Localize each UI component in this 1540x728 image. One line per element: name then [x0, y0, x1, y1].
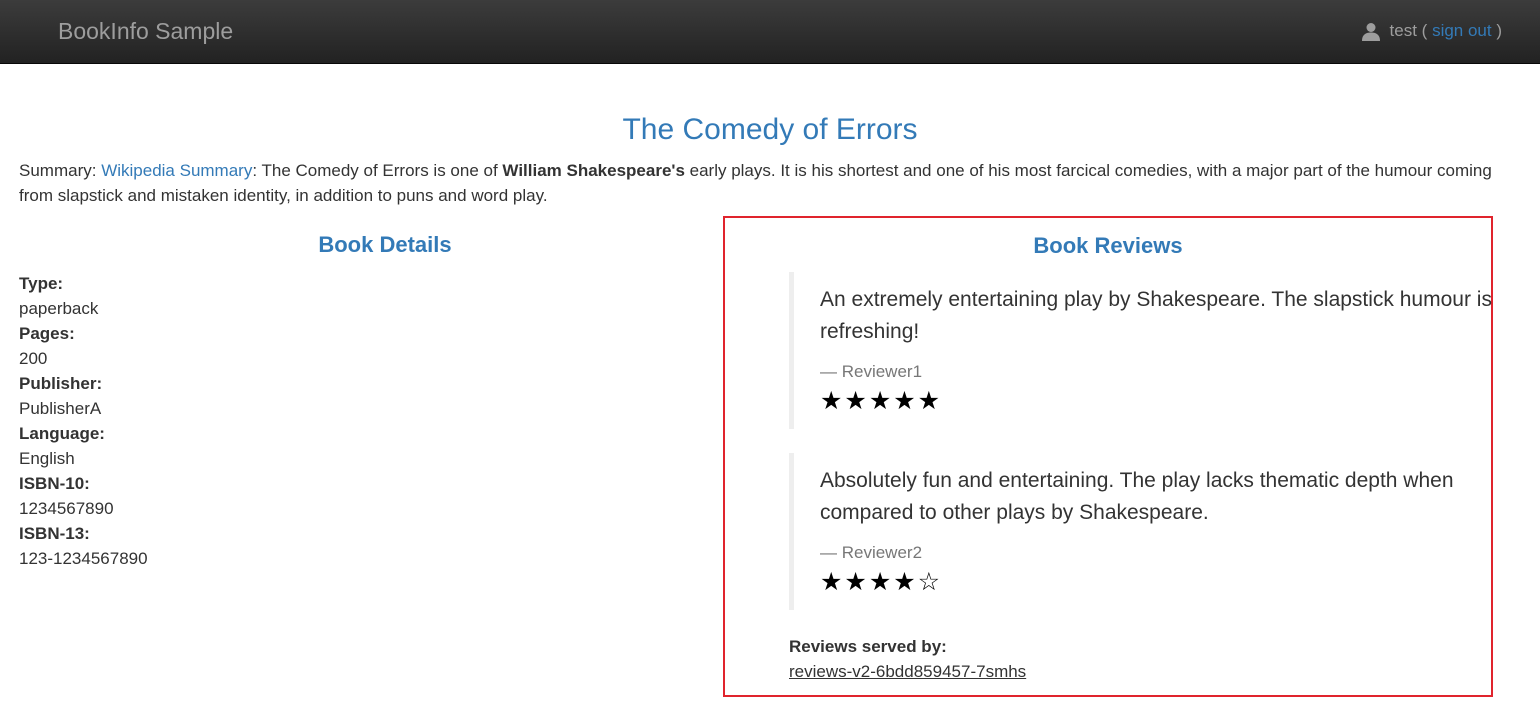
book-details-list: Type: paperback Pages: 200 Publisher: Pu… [19, 271, 619, 571]
username: test [1389, 21, 1417, 40]
detail-value-language: English [19, 449, 75, 468]
detail-label-language: Language: [19, 424, 105, 443]
book-details-heading: Book Details [318, 232, 452, 257]
detail-label-isbn13: ISBN-13: [19, 524, 90, 543]
star-rating: ★★★★☆ [820, 568, 943, 596]
review-item: Absolutely fun and entertaining. The pla… [789, 453, 1489, 610]
reviews-served-by-link[interactable]: reviews-v2-6bdd859457-7smhs [789, 659, 1026, 684]
review-text: An extremely entertaining play by Shakes… [820, 288, 1492, 343]
review-text: Absolutely fun and entertaining. The pla… [820, 469, 1454, 524]
brand-link[interactable]: BookInfo Sample [58, 16, 233, 46]
detail-value-isbn10: 1234567890 [19, 499, 114, 518]
book-reviews-heading: Book Reviews [1033, 233, 1183, 258]
detail-value-pages: 200 [19, 349, 48, 368]
review-item: An extremely entertaining play by Shakes… [789, 272, 1492, 429]
user-area: test ( sign out ) [1360, 18, 1502, 44]
summary-author: William Shakespeare's [502, 161, 685, 180]
star-rating: ★★★★★ [820, 387, 943, 415]
detail-value-publisher: PublisherA [19, 399, 102, 418]
summary-text-1: : The Comedy of Errors is one of [252, 161, 503, 180]
paren-open: ( [1416, 21, 1433, 40]
user-icon [1360, 20, 1382, 42]
detail-value-isbn13: 123-1234567890 [19, 549, 148, 568]
wikipedia-summary-link[interactable]: Wikipedia Summary [101, 161, 252, 180]
reviewer-name: — Reviewer1 [820, 362, 923, 381]
book-summary: Summary: Wikipedia Summary: The Comedy o… [19, 158, 1499, 208]
reviewer-name: — Reviewer2 [820, 543, 923, 562]
summary-label: Summary: [19, 161, 102, 180]
reviews-served-by-label: Reviews served by: [789, 637, 947, 656]
detail-label-type: Type: [19, 274, 64, 293]
detail-label-publisher: Publisher: [19, 374, 103, 393]
detail-label-pages: Pages: [19, 324, 75, 343]
sign-out-link[interactable]: sign out [1432, 18, 1492, 44]
detail-label-isbn10: ISBN-10: [19, 474, 90, 493]
top-navbar: BookInfo Sample test ( sign out ) [0, 0, 1540, 64]
book-title: The Comedy of Errors [622, 113, 918, 146]
paren-close: ) [1491, 21, 1502, 40]
detail-value-type: paperback [19, 299, 99, 318]
book-reviews-panel: Book Reviews An extremely entertaining p… [723, 216, 1493, 697]
